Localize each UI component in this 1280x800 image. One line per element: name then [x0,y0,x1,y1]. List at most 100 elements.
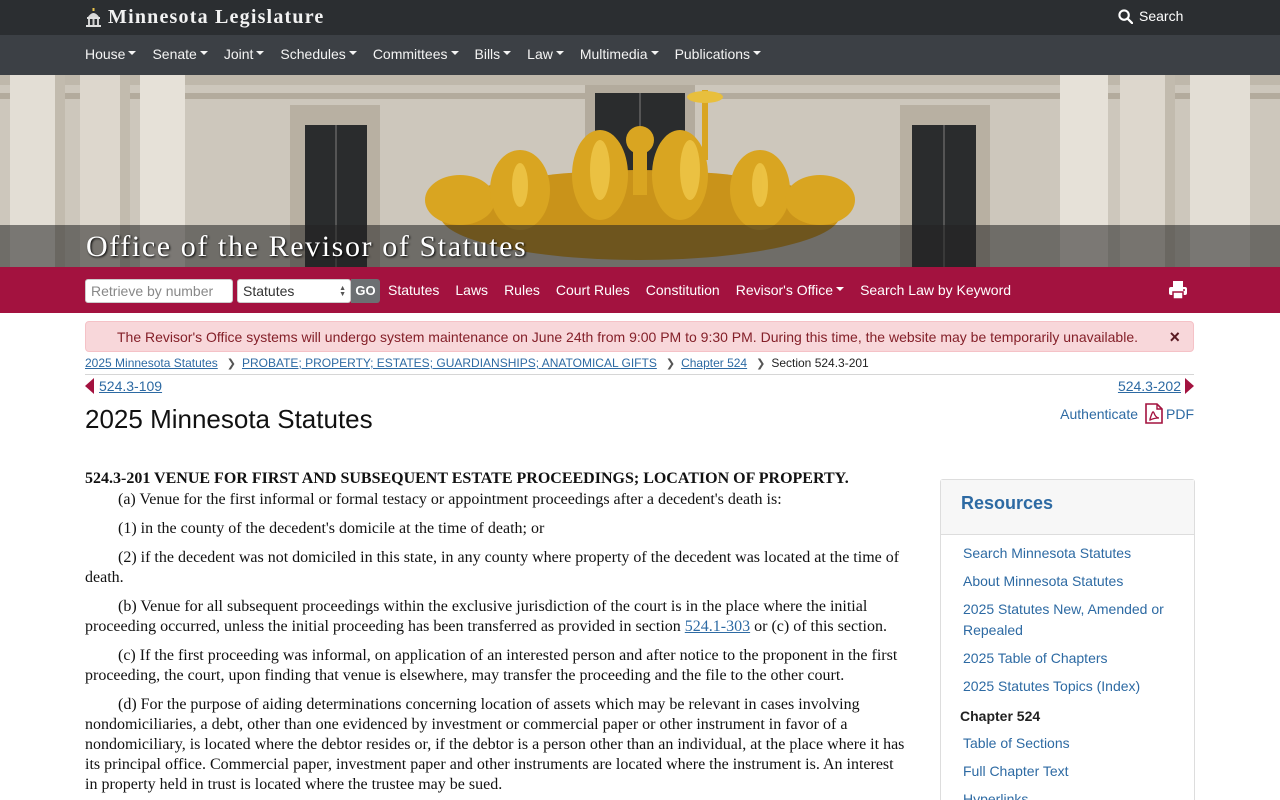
brand-link[interactable]: Minnesota Legislature [85,6,325,29]
resource-about-statutes[interactable]: About Minnesota Statutes [963,571,1172,592]
nav-joint[interactable]: Joint [224,46,265,62]
nav-committees[interactable]: Committees [373,46,459,62]
close-icon[interactable]: × [1169,327,1180,347]
revisor-link-laws[interactable]: Laws [455,282,488,298]
next-section-label[interactable]: 524.3-202 [1118,378,1181,394]
nav-label: Joint [223,46,254,62]
arrow-right-icon [1185,378,1194,394]
search-button[interactable]: Search [1118,8,1183,24]
resource-new-amended-repealed[interactable]: 2025 Statutes New, Amended or Repealed [963,599,1172,641]
nav-multimedia[interactable]: Multimedia [580,46,659,62]
breadcrumb-statutes[interactable]: 2025 Minnesota Statutes [85,356,218,370]
subdivision-b-text-end: or (c) of this section. [750,618,887,635]
subdivision-d: (d) For the purpose of aiding determinat… [85,696,905,793]
print-icon[interactable] [1168,280,1188,300]
previous-section-link[interactable]: 524.3-109 [85,378,162,394]
clause-1: (1) in the county of the decedent's domi… [118,520,545,537]
chevron-right-icon: ❯ [756,357,766,370]
nav-publications[interactable]: Publications [675,46,762,62]
nav-law[interactable]: Law [527,46,564,62]
caret-down-icon [555,51,564,56]
chapter-table-of-sections[interactable]: Table of Sections [963,733,1172,754]
alert-message: The Revisor's Office systems will underg… [117,329,1138,345]
nav-bills[interactable]: Bills [475,46,512,62]
chevron-right-icon: ❯ [665,357,676,370]
banner: Office of the Revisor of Statutes [0,75,1280,267]
search-icon [1118,8,1133,24]
caret-down-icon [348,51,357,56]
resource-table-of-chapters[interactable]: 2025 Table of Chapters [963,648,1172,669]
nav-label: House [85,46,126,62]
caret-down-icon [753,51,762,56]
brand-title: Minnesota Legislature [108,6,325,28]
revisor-toolbar: Statutes ▲▼ GO Statutes Laws Rules Court… [0,267,1280,313]
caret-down-icon [128,51,137,56]
document-type-select[interactable]: Statutes ▲ ▼ [237,279,351,303]
resources-title: Resources [961,493,1054,513]
chapter-hyperlinks[interactable]: Hyperlinks [963,789,1172,800]
nav-senate[interactable]: Senate [152,46,208,62]
statute-text: 524.3-201 VENUE FOR FIRST AND SUBSEQUENT… [85,469,907,800]
chevron-right-icon: ❯ [226,357,236,370]
revisor-office-label: Revisor's Office [735,282,834,298]
caret-down-icon [199,51,208,56]
subdivision-b: (b) Venue for all subsequent proceedings… [85,597,907,637]
page-title: 2025 Minnesota Statutes [85,404,373,434]
capitol-icon [86,7,101,27]
breadcrumb-divider [85,374,1194,375]
banner-title: Office of the Revisor of Statutes [86,230,528,263]
caret-down-icon [650,51,659,56]
chapter-links: Table of Sections Full Chapter Text Hype… [941,733,1194,800]
caret-down-icon [836,287,845,292]
pdf-icon[interactable] [1145,403,1163,424]
nav-label: Senate [152,46,197,62]
previous-section-label[interactable]: 524.3-109 [99,378,162,394]
revisor-link-revisors-office[interactable]: Revisor's Office [735,282,845,298]
nav-label: Multimedia [579,46,648,62]
breadcrumb-probate[interactable]: PROBATE; PROPERTY; ESTATES; GUARDIANSHIP… [242,356,657,370]
caret-down-icon [450,51,459,56]
authenticate-link[interactable]: Authenticate [1060,406,1138,422]
maintenance-alert: The Revisor's Office systems will underg… [85,321,1194,352]
nav-schedules[interactable]: Schedules [280,46,357,62]
document-type-value: Statutes [243,283,295,299]
pdf-link[interactable]: PDF [1166,406,1194,422]
revisor-link-rules[interactable]: Rules [504,282,540,298]
revisor-links: Statutes Laws Rules Court Rules Constitu… [388,282,1027,298]
arrow-left-icon [85,378,94,394]
section-524-1-303-link[interactable]: 524.1-303 [685,618,750,635]
caret-down-icon [256,51,265,56]
nav-label: Schedules [280,46,346,62]
next-section-link[interactable]: 524.3-202 [1118,378,1194,394]
breadcrumb-chapter[interactable]: Chapter 524 [681,356,747,370]
nav-house[interactable]: House [85,46,137,62]
nav-label: Law [527,46,553,62]
nav-label: Bills [474,46,501,62]
breadcrumb: 2025 Minnesota Statutes ❯ PROBATE; PROPE… [85,356,869,370]
subdivision-c: (c) If the first proceeding was informal… [85,647,898,684]
revisor-link-search-keyword[interactable]: Search Law by Keyword [860,282,1011,298]
select-arrows-icon: ▲ ▼ [339,285,346,298]
chapter-heading: Chapter 524 [960,708,1041,724]
document-actions: Authenticate PDF [1060,403,1194,424]
nav-label: Committees [372,46,448,62]
main-nav: House Senate Joint Schedules Committees … [0,35,1280,75]
nav-label: Publications [674,46,751,62]
chapter-full-text[interactable]: Full Chapter Text [963,761,1172,782]
top-bar: Minnesota Legislature Search [0,0,1280,35]
retrieve-by-number-input[interactable] [85,279,233,303]
revisor-link-court-rules[interactable]: Court Rules [556,282,630,298]
revisor-link-constitution[interactable]: Constitution [646,282,720,298]
go-button[interactable]: GO [351,279,380,303]
resource-search-statutes[interactable]: Search Minnesota Statutes [963,543,1172,564]
resource-statutes-topics[interactable]: 2025 Statutes Topics (Index) [963,676,1172,697]
resources-panel: Resources Search Minnesota Statutes Abou… [940,479,1195,800]
clause-2: (2) if the decedent was not domiciled in… [85,549,900,586]
search-label: Search [1139,8,1184,24]
resources-links: Search Minnesota Statutes About Minnesot… [941,535,1194,697]
breadcrumb-current: Section 524.3-201 [771,356,869,370]
revisor-link-statutes[interactable]: Statutes [388,282,439,298]
section-heading: 524.3-201 VENUE FOR FIRST AND SUBSEQUENT… [85,470,849,487]
subdivision-a: (a) Venue for the first informal or form… [118,491,782,508]
resources-header: Resources [941,480,1194,535]
